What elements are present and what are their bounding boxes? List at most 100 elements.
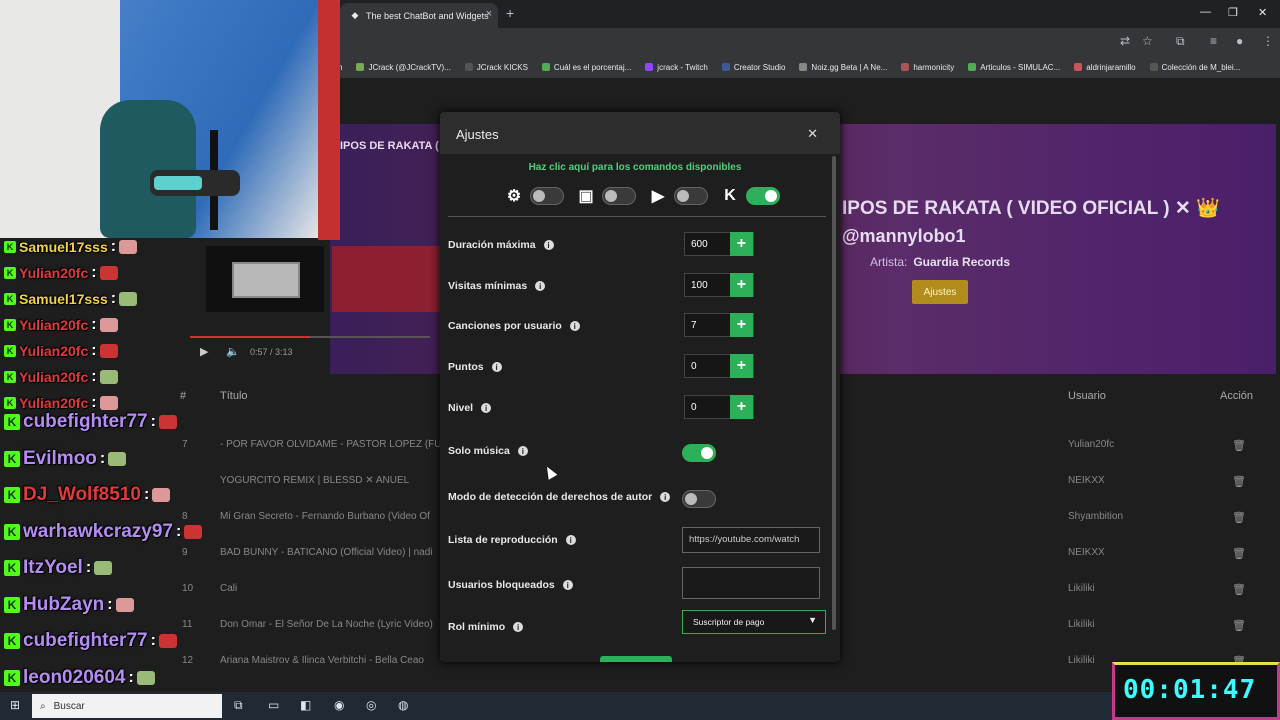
bookmark-label: harmonicity	[913, 62, 955, 72]
volume-icon[interactable]: 🔈	[226, 345, 240, 358]
windows-start-icon[interactable]: ⊞	[10, 698, 20, 712]
trash-icon[interactable]: 🗑	[1232, 439, 1246, 452]
info-icon[interactable]: i	[660, 492, 671, 502]
info-icon[interactable]: i	[569, 321, 580, 331]
chat-username[interactable]: leon020604	[23, 667, 125, 689]
chat-username[interactable]: Samuel17sss	[19, 239, 108, 255]
file-explorer-icon[interactable]: ▭	[268, 698, 279, 712]
video-thumbnail[interactable]	[206, 246, 324, 312]
commands-link[interactable]: Haz clic aquí para los comandos disponib…	[440, 162, 830, 173]
youtube-toggle[interactable]	[674, 187, 708, 205]
video-thumbnail-2[interactable]	[332, 246, 440, 312]
bookmark-item[interactable]: Articulos - SIMULAC...	[968, 63, 1060, 72]
chat-username[interactable]: Yulian20fc	[19, 395, 88, 411]
chat-username[interactable]: Yulian20fc	[19, 343, 88, 359]
plus-icon[interactable]: +	[729, 313, 753, 337]
media-icon[interactable]: ≡	[1210, 34, 1217, 48]
restore-icon[interactable]: ❐	[1228, 6, 1238, 19]
chat-username[interactable]: cubefighter77	[23, 411, 148, 433]
chat-username[interactable]: Evilmoo	[23, 448, 97, 470]
info-icon[interactable]: i	[562, 580, 573, 590]
chat-username[interactable]: Yulian20fc	[19, 369, 88, 385]
info-icon[interactable]: i	[535, 281, 546, 291]
modal-scrollbar[interactable]	[832, 156, 836, 630]
bookmark-item[interactable]: Creator Studio	[721, 63, 785, 72]
info-icon[interactable]: i	[491, 362, 502, 372]
kick-toggle[interactable]	[746, 187, 780, 205]
bookmark-item[interactable]: Noiz.gg Beta | A Ne...	[799, 63, 887, 72]
bookmark-favicon-icon	[645, 63, 654, 71]
plus-icon[interactable]: +	[729, 395, 753, 419]
trash-icon[interactable]: 🗑	[1232, 511, 1246, 524]
chat-username[interactable]: Yulian20fc	[19, 265, 88, 281]
info-icon[interactable]: i	[513, 622, 524, 632]
star-icon[interactable]: ☆	[1142, 34, 1153, 48]
profile-icon[interactable]: ●	[1236, 34, 1243, 48]
twitch-toggle[interactable]	[602, 187, 636, 205]
bookmark-item[interactable]: aldrinjaramillo	[1074, 63, 1136, 72]
bookmark-item[interactable]: JCrack (@JCrackTV)...	[356, 63, 451, 72]
bookmark-item[interactable]: JCrack KICKS	[464, 63, 528, 72]
bookmark-item[interactable]: harmonicity	[901, 63, 954, 72]
points-input[interactable]: 0 +	[684, 354, 754, 378]
save-button[interactable]	[600, 656, 672, 662]
chat-username[interactable]: warhawkcrazy97	[23, 521, 173, 543]
close-window-icon[interactable]: ✕	[1258, 6, 1267, 19]
close-tab-icon[interactable]: ×	[486, 8, 492, 20]
outlook-icon[interactable]: ◧	[300, 698, 311, 712]
level-input[interactable]: 0 +	[684, 395, 754, 419]
info-icon[interactable]: i	[517, 446, 528, 456]
chat-username[interactable]: Yulian20fc	[19, 317, 88, 333]
chat-separator: :	[91, 368, 97, 385]
search-label: Buscar	[53, 700, 85, 712]
chrome-icon[interactable]: ◉	[334, 698, 344, 712]
kick-badge-icon: K	[4, 487, 20, 503]
bookmark-item[interactable]: Cuál es el porcentaj...	[541, 63, 631, 72]
trash-icon[interactable]: 🗑	[1232, 475, 1246, 488]
plus-icon[interactable]: +	[729, 273, 753, 297]
info-icon[interactable]: i	[565, 535, 576, 545]
settings-button[interactable]: Ajustes	[912, 280, 968, 304]
max-duration-input[interactable]: 600 +	[684, 232, 754, 256]
new-tab-icon[interactable]: +	[506, 5, 514, 21]
obs-icon[interactable]: ◎	[366, 698, 376, 712]
tab-title: The best ChatBot and Widgets	[366, 10, 489, 21]
play-icon[interactable]: ▶	[200, 345, 208, 358]
emote-icon	[108, 452, 127, 466]
emote-icon	[115, 598, 134, 612]
playlist-input[interactable]: https://youtube.com/watch	[682, 527, 820, 553]
taskbar-search[interactable]: ⌕ Buscar	[32, 694, 222, 718]
browser-tab[interactable]: ◆ The best ChatBot and Widgets ×	[340, 3, 498, 28]
discord-icon[interactable]: ◍	[398, 698, 408, 712]
row-title: - POR FAVOR OLVIDAME - PASTOR LOPEZ (FUL	[220, 439, 448, 450]
kick-bot-toggle[interactable]	[530, 187, 564, 205]
kick-bot-icon: ⚙	[506, 188, 522, 205]
extensions-icon[interactable]: ⧉	[1176, 34, 1185, 49]
plus-icon[interactable]: +	[729, 354, 753, 378]
bookmark-item[interactable]: Colección de M_blei...	[1149, 63, 1240, 72]
task-view-icon[interactable]: ⧉	[234, 698, 243, 713]
bookmark-item[interactable]: jcrack - Twitch	[645, 63, 708, 72]
chat-username[interactable]: cubefighter77	[23, 630, 148, 652]
menu-icon[interactable]: ⋮	[1262, 34, 1274, 48]
music-only-toggle[interactable]	[682, 444, 716, 462]
now-playing-title-small: IPOS DE RAKATA ( V	[340, 140, 450, 152]
plus-icon[interactable]: +	[729, 232, 753, 256]
chat-username[interactable]: DJ_Wolf8510	[23, 484, 141, 506]
songs-per-user-input[interactable]: 7 +	[684, 313, 754, 337]
chat-username[interactable]: Samuel17sss	[19, 291, 108, 307]
minimize-icon[interactable]: —	[1200, 6, 1211, 18]
trash-icon[interactable]: 🗑	[1232, 547, 1246, 560]
close-icon[interactable]: ✕	[807, 126, 818, 142]
info-icon[interactable]: i	[543, 240, 554, 250]
min-views-input[interactable]: 100 +	[684, 273, 754, 297]
translate-icon[interactable]: ⇄	[1120, 34, 1130, 48]
copyright-toggle[interactable]	[682, 490, 716, 508]
blocked-users-input[interactable]	[682, 567, 820, 599]
chat-username[interactable]: HubZayn	[23, 594, 104, 616]
min-role-select[interactable]: Suscriptor de pago ▼	[682, 610, 826, 634]
info-icon[interactable]: i	[481, 403, 492, 413]
trash-icon[interactable]: 🗑	[1232, 619, 1246, 632]
trash-icon[interactable]: 🗑	[1232, 583, 1246, 596]
chat-username[interactable]: ItzYoel	[23, 557, 83, 579]
